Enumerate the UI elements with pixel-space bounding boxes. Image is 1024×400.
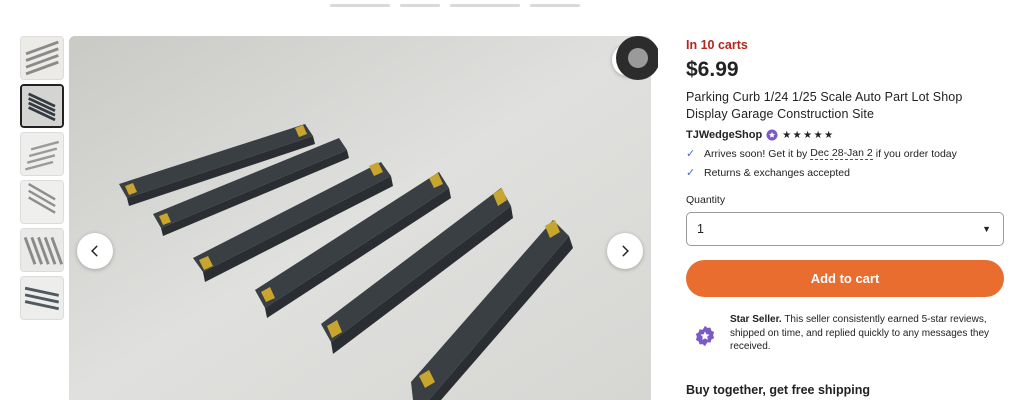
product-photo xyxy=(69,36,651,400)
check-icon: ✓ xyxy=(686,167,696,179)
star-seller-badge-icon xyxy=(695,325,715,347)
quantity-value: 1 xyxy=(697,222,704,236)
price: $6.99 xyxy=(686,58,739,81)
star-seller-text: Star Seller. This seller consistently ea… xyxy=(730,313,1004,354)
main-product-image xyxy=(69,36,651,400)
arrival-info: ✓ Arrives soon! Get it by Dec 28-Jan 2 i… xyxy=(686,147,1004,160)
rating-stars[interactable]: ★★★★★ xyxy=(782,130,834,141)
thumbnail-2[interactable] xyxy=(20,84,64,128)
thumbnail-1[interactable] xyxy=(20,36,64,80)
arrival-prefix: Arrives soon! Get it by xyxy=(704,147,808,160)
arrival-dates[interactable]: Dec 28-Jan 2 xyxy=(810,147,873,160)
caret-down-icon: ▼ xyxy=(982,224,991,234)
thumbnail-6[interactable] xyxy=(20,276,64,320)
check-icon: ✓ xyxy=(686,148,696,160)
product-title: Parking Curb 1/24 1/25 Scale Auto Part L… xyxy=(686,90,963,121)
background-object xyxy=(616,36,658,80)
next-image-button[interactable] xyxy=(607,233,643,269)
star-seller-badge-icon xyxy=(766,129,778,141)
in-carts-badge: In 10 carts xyxy=(686,38,748,52)
add-to-cart-button[interactable]: Add to cart xyxy=(686,260,1004,297)
product-info-panel: In 10 carts $6.99 Parking Curb 1/24 1/25… xyxy=(686,38,1004,354)
shop-row: TJWedgeShop ★★★★★ xyxy=(686,129,1004,141)
returns-info: ✓ Returns & exchanges accepted xyxy=(686,166,1004,180)
previous-image-button[interactable] xyxy=(77,233,113,269)
star-seller-title: Star Seller. xyxy=(730,314,782,325)
quantity-select[interactable]: 1 ▼ xyxy=(686,212,1004,246)
shop-name-link[interactable]: TJWedgeShop xyxy=(686,129,762,141)
cropped-breadcrumb xyxy=(330,0,650,7)
arrival-suffix: if you order today xyxy=(875,147,957,160)
chevron-right-icon xyxy=(622,245,629,257)
buy-together-heading: Buy together, get free shipping xyxy=(686,383,871,397)
thumbnail-strip xyxy=(20,36,66,324)
quantity-label: Quantity xyxy=(686,194,726,206)
returns-text: Returns & exchanges accepted xyxy=(704,166,850,179)
thumbnail-4[interactable] xyxy=(20,180,64,224)
thumbnail-3[interactable] xyxy=(20,132,64,176)
chevron-left-icon xyxy=(91,245,98,257)
thumbnail-5[interactable] xyxy=(20,228,64,272)
star-seller-info: Star Seller. This seller consistently ea… xyxy=(686,313,1004,354)
